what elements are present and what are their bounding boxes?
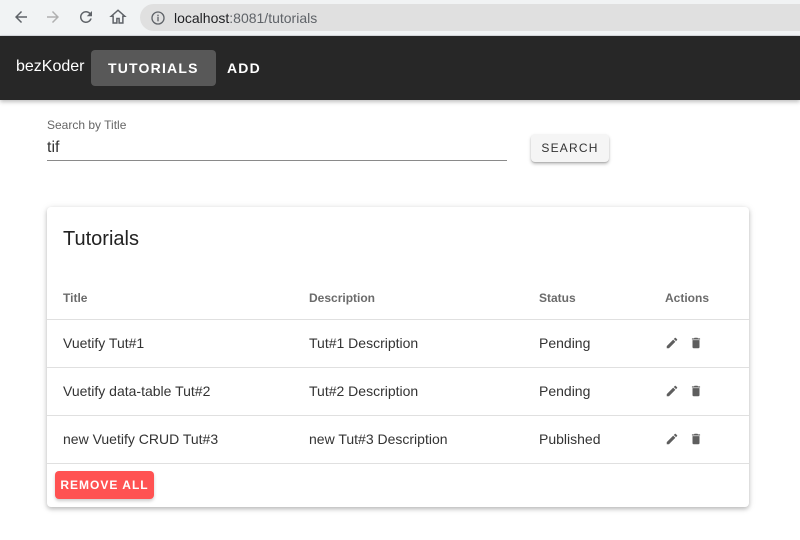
table-row: new Vuetify CRUD Tut#3 new Tut#3 Descrip… — [47, 415, 749, 464]
delete-icon[interactable] — [689, 336, 703, 350]
info-icon[interactable] — [150, 10, 166, 26]
row-title: Vuetify Tut#1 — [47, 319, 293, 368]
brand-title[interactable]: bezKoder — [16, 58, 85, 76]
reload-icon[interactable] — [75, 6, 97, 28]
remove-all-button[interactable]: Remove All — [55, 471, 154, 499]
search-label: Search by Title — [47, 118, 127, 132]
column-header-actions: Actions — [649, 277, 749, 320]
row-title: new Vuetify CRUD Tut#3 — [47, 415, 293, 464]
url-host: localhost — [174, 9, 230, 26]
tutorials-table: Title Description Status Actions Vuetify… — [47, 277, 749, 464]
edit-icon[interactable] — [665, 384, 679, 398]
card-title: Tutorials — [63, 228, 139, 250]
row-status: Pending — [523, 367, 649, 416]
nav-add-button[interactable]: Add — [210, 50, 278, 86]
browser-toolbar: localhost:8081/tutorials — [0, 0, 800, 36]
url-path: :8081/tutorials — [229, 9, 318, 26]
row-description: Tut#2 Description — [293, 367, 523, 416]
tutorials-card: Tutorials Title Description Status Actio… — [47, 207, 749, 507]
table-row: Vuetify data-table Tut#2 Tut#2 Descripti… — [47, 367, 749, 416]
search-button[interactable]: Search — [531, 134, 609, 162]
column-header-title[interactable]: Title — [47, 277, 293, 320]
edit-icon[interactable] — [665, 336, 679, 350]
row-description: new Tut#3 Description — [293, 415, 523, 464]
row-status: Published — [523, 415, 649, 464]
forward-icon[interactable] — [42, 6, 64, 28]
table-row: Vuetify Tut#1 Tut#1 Description Pending — [47, 319, 749, 368]
app-bar: bezKoder Tutorials Add — [0, 36, 800, 100]
row-actions — [649, 367, 749, 416]
row-actions — [649, 415, 749, 464]
search-field: Search by Title — [47, 116, 507, 162]
nav-tutorials-button[interactable]: Tutorials — [91, 50, 216, 86]
delete-icon[interactable] — [689, 432, 703, 446]
column-header-description[interactable]: Description — [293, 277, 523, 320]
table-header-row: Title Description Status Actions — [47, 277, 749, 320]
row-actions — [649, 319, 749, 368]
home-icon[interactable] — [107, 6, 129, 28]
address-bar[interactable]: localhost:8081/tutorials — [140, 4, 800, 31]
row-description: Tut#1 Description — [293, 319, 523, 368]
back-icon[interactable] — [10, 6, 32, 28]
column-header-status[interactable]: Status — [523, 277, 649, 320]
url-text: localhost:8081/tutorials — [174, 10, 317, 26]
row-title: Vuetify data-table Tut#2 — [47, 367, 293, 416]
delete-icon[interactable] — [689, 384, 703, 398]
edit-icon[interactable] — [665, 432, 679, 446]
search-input[interactable] — [47, 135, 507, 161]
row-status: Pending — [523, 319, 649, 368]
